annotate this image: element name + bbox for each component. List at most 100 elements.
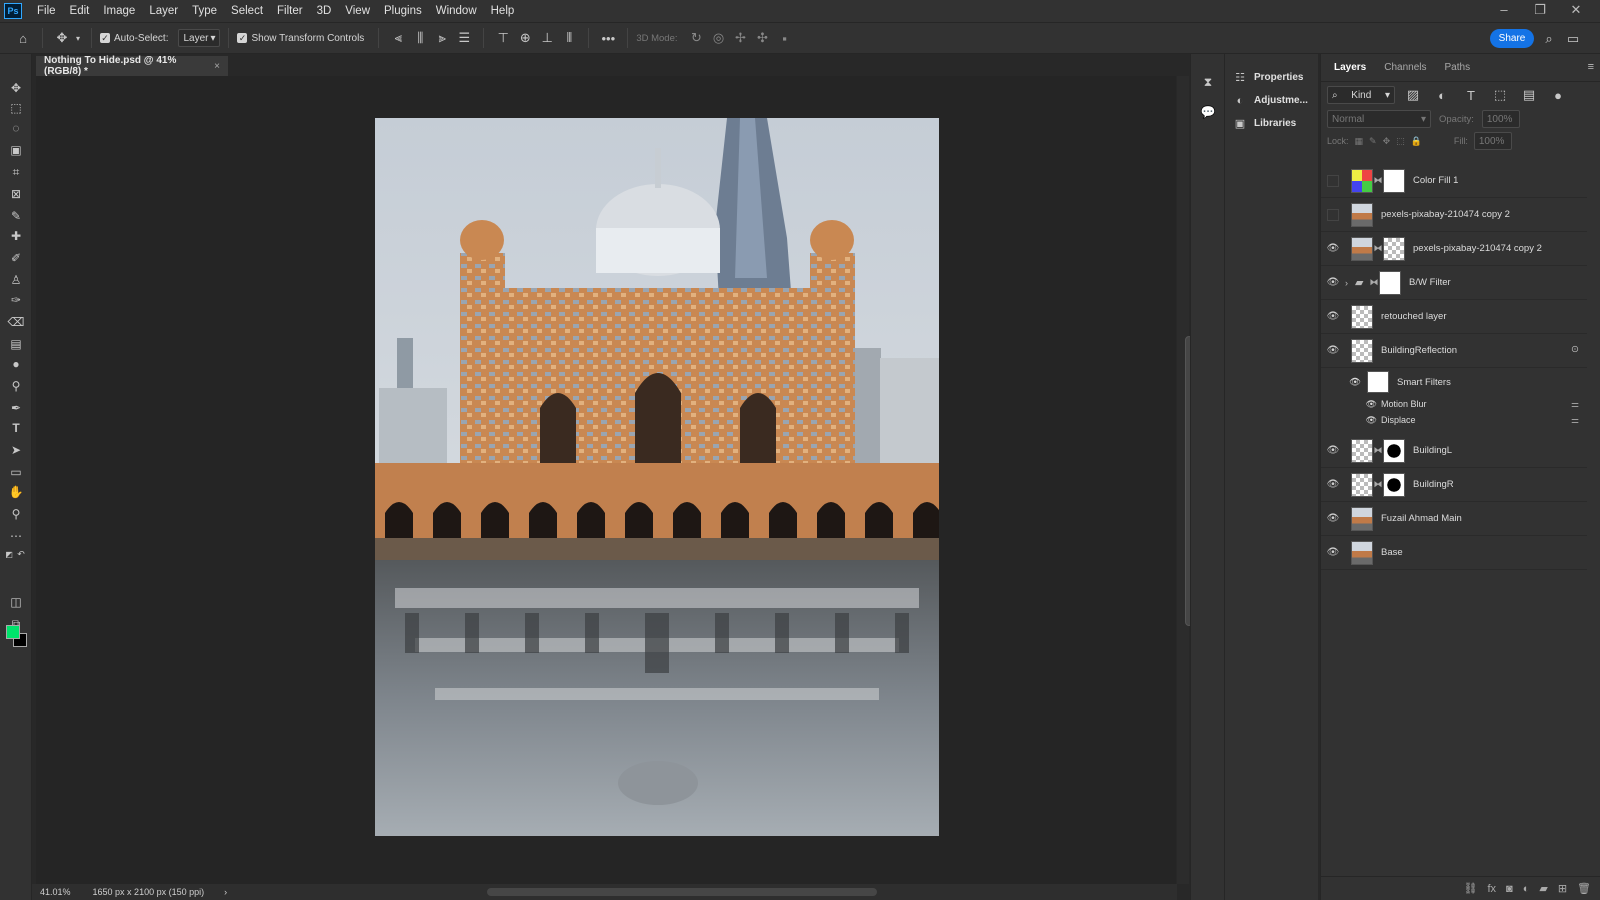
smart-filter-mask-thumbnail[interactable] xyxy=(1367,371,1389,393)
slide-3d-icon[interactable]: ✣ xyxy=(752,27,774,49)
eye-icon[interactable]: 👁 xyxy=(1321,415,1381,426)
filter-kind-dropdown[interactable]: ⌕ Kind ▾ xyxy=(1327,86,1395,104)
lasso-tool-icon[interactable]: ◌ xyxy=(6,118,26,138)
menu-3d[interactable]: 3D xyxy=(310,0,339,22)
healing-brush-tool-icon[interactable]: ✚ xyxy=(6,226,26,246)
edit-toolbar-icon[interactable]: ⋯ xyxy=(6,526,26,546)
filter-pixel-icon[interactable]: ▨ xyxy=(1402,84,1424,106)
home-icon[interactable]: ⌂ xyxy=(12,27,34,49)
menu-type[interactable]: Type xyxy=(185,0,224,22)
zoom-level[interactable]: 41.01% xyxy=(40,887,71,897)
filter-options-icon[interactable]: ⚌ xyxy=(1571,399,1579,410)
visibility-toggle[interactable] xyxy=(1327,174,1339,187)
layer-row[interactable]: ⧓ Color Fill 1 xyxy=(1321,164,1587,198)
blur-tool-icon[interactable]: ● xyxy=(6,354,26,374)
lock-artboard-icon[interactable]: ⬚ xyxy=(1396,136,1405,147)
layer-row[interactable]: 👁 ⧓ pexels-pixabay-210474 copy 2 xyxy=(1321,232,1587,266)
dodge-tool-icon[interactable]: ⚲ xyxy=(6,376,26,396)
move-tool-icon[interactable]: ✥ xyxy=(6,78,26,98)
close-document-icon[interactable]: × xyxy=(214,61,220,72)
menu-help[interactable]: Help xyxy=(484,0,522,22)
type-tool-icon[interactable]: T xyxy=(6,418,26,438)
menu-view[interactable]: View xyxy=(338,0,377,22)
align-middle-icon[interactable]: ⊕ xyxy=(514,27,536,49)
tab-layers[interactable]: Layers xyxy=(1325,62,1375,81)
menu-select[interactable]: Select xyxy=(224,0,270,22)
distribute-vertical-icon[interactable]: ⫴ xyxy=(558,27,580,49)
default-colors-icon[interactable]: ◩ xyxy=(4,544,14,564)
more-options-icon[interactable]: ••• xyxy=(597,27,619,49)
quick-mask-icon[interactable]: ◫ xyxy=(6,592,26,612)
align-center-icon[interactable]: ⫼ xyxy=(409,27,431,49)
vertical-scrollbar[interactable] xyxy=(1177,76,1193,884)
new-adjustment-icon[interactable]: ◐ xyxy=(1523,883,1530,895)
hand-tool-icon[interactable]: ✋ xyxy=(6,482,26,502)
eye-icon[interactable]: 👁 xyxy=(1321,345,1345,356)
horizontal-scrollbar-thumb[interactable] xyxy=(487,888,877,896)
filter-adjustment-icon[interactable]: ◐ xyxy=(1431,84,1453,106)
lock-position-icon[interactable]: ✥ xyxy=(1383,136,1391,147)
layer-group-row[interactable]: 👁 › ▰ ⧓ B/W Filter xyxy=(1321,266,1587,300)
properties-panel-button[interactable]: ☷ Properties xyxy=(1225,66,1318,89)
layer-style-icon[interactable]: fx xyxy=(1487,883,1496,895)
auto-select-checkbox[interactable]: ✓ Auto-Select: xyxy=(100,33,168,44)
eye-icon[interactable]: 👁 xyxy=(1321,377,1367,388)
panel-menu-icon[interactable]: ≡ xyxy=(1588,61,1594,81)
layer-mask-thumbnail[interactable] xyxy=(1383,438,1405,463)
new-group-icon[interactable]: ▰ xyxy=(1539,882,1547,895)
add-mask-icon[interactable]: ◙ xyxy=(1506,883,1513,895)
frame-tool-icon[interactable]: ⊠ xyxy=(6,184,26,204)
zoom-tool-icon[interactable]: ⚲ xyxy=(6,504,26,524)
libraries-panel-button[interactable]: ▣ Libraries xyxy=(1225,112,1318,135)
eye-icon[interactable]: 👁 xyxy=(1321,243,1345,254)
layer-mask-thumbnail[interactable] xyxy=(1383,472,1405,497)
crop-tool-icon[interactable]: ⌗ xyxy=(6,162,26,182)
show-transform-checkbox[interactable]: ✓ Show Transform Controls xyxy=(237,33,364,44)
comments-panel-icon[interactable]: 💬 xyxy=(1191,100,1225,124)
menu-window[interactable]: Window xyxy=(429,0,484,22)
restore-button[interactable]: ❐ xyxy=(1522,0,1558,22)
visibility-toggle[interactable] xyxy=(1327,208,1339,221)
auto-select-target-dropdown[interactable]: Layer ▾ xyxy=(178,29,221,47)
blend-mode-dropdown[interactable]: Normal ▾ xyxy=(1327,110,1431,128)
share-button[interactable]: Share xyxy=(1490,29,1534,48)
marquee-tool-icon[interactable]: ⬚ xyxy=(6,98,26,118)
filter-smart-object-icon[interactable]: ▤ xyxy=(1518,84,1540,106)
eyedropper-tool-icon[interactable]: ✎ xyxy=(6,206,26,226)
eraser-tool-icon[interactable]: ⌫ xyxy=(6,312,26,332)
minimize-button[interactable]: – xyxy=(1486,0,1522,22)
tab-channels[interactable]: Channels xyxy=(1375,62,1435,81)
align-top-icon[interactable]: ⊤ xyxy=(492,27,514,49)
filter-toggle-icon[interactable]: ● xyxy=(1547,84,1569,106)
close-button[interactable]: ✕ xyxy=(1558,0,1594,22)
status-menu-arrow[interactable]: › xyxy=(224,887,227,897)
menu-layer[interactable]: Layer xyxy=(142,0,185,22)
roll-3d-icon[interactable]: ◎ xyxy=(708,27,730,49)
adjustments-panel-button[interactable]: ◐ Adjustme... xyxy=(1225,89,1318,112)
fill-input[interactable]: 100% xyxy=(1473,132,1512,150)
eye-icon[interactable]: 👁 xyxy=(1321,399,1381,410)
menu-image[interactable]: Image xyxy=(96,0,142,22)
filter-shape-icon[interactable]: ⬚ xyxy=(1489,84,1511,106)
menu-edit[interactable]: Edit xyxy=(63,0,97,22)
layer-row[interactable]: 👁 Base xyxy=(1321,536,1587,570)
move-tool-preset-icon[interactable]: ✥ xyxy=(51,27,73,49)
rectangle-tool-icon[interactable]: ▭ xyxy=(6,462,26,482)
foreground-color-swatch[interactable] xyxy=(6,625,20,639)
trash-icon[interactable]: 🗑 xyxy=(1577,882,1591,895)
gradient-tool-icon[interactable]: ▤ xyxy=(6,334,26,354)
layer-mask-thumbnail[interactable] xyxy=(1383,168,1405,193)
filter-type-icon[interactable]: T xyxy=(1460,84,1482,106)
lock-paint-icon[interactable]: ✎ xyxy=(1369,136,1377,147)
layer-row[interactable]: pexels-pixabay-210474 copy 2 xyxy=(1321,198,1587,232)
document-canvas[interactable] xyxy=(375,118,939,836)
layer-mask-thumbnail[interactable] xyxy=(1379,270,1401,295)
tab-paths[interactable]: Paths xyxy=(1436,62,1480,81)
scale-3d-icon[interactable]: ▪ xyxy=(774,27,796,49)
brush-tool-icon[interactable]: ✐ xyxy=(6,248,26,268)
smart-filter-item[interactable]: 👁 Motion Blur ⚌ xyxy=(1321,396,1587,412)
layer-row[interactable]: 👁 BuildingReflection ⊙ xyxy=(1321,334,1587,368)
layer-mask-thumbnail[interactable] xyxy=(1383,236,1405,261)
layer-row[interactable]: 👁 ⧓ BuildingL xyxy=(1321,434,1587,468)
menu-filter[interactable]: Filter xyxy=(270,0,310,22)
